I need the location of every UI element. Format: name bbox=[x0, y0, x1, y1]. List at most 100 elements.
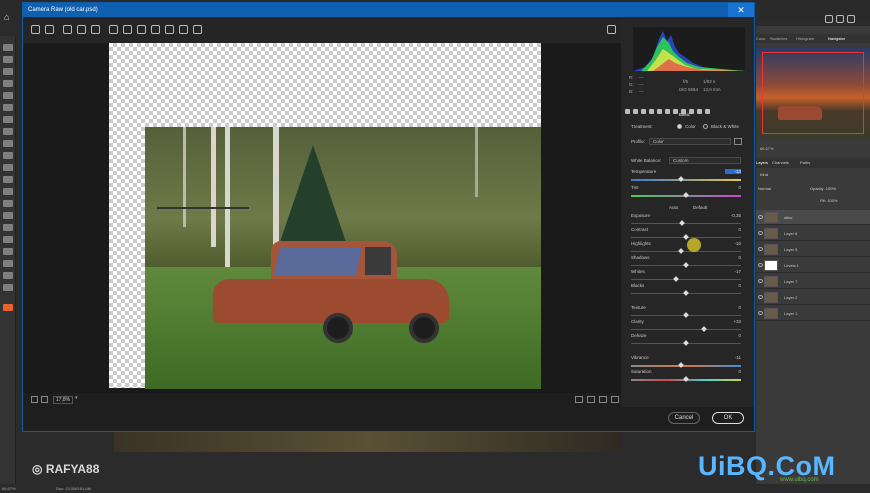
blur-tool-icon[interactable] bbox=[3, 200, 13, 207]
cancel-button[interactable]: Cancel bbox=[668, 412, 700, 424]
hand-tool-icon[interactable] bbox=[3, 272, 13, 279]
highlights-slider[interactable] bbox=[631, 248, 741, 254]
color-sampler-icon[interactable] bbox=[77, 25, 86, 34]
preview-area[interactable] bbox=[23, 43, 621, 393]
layer-row[interactable]: sblur bbox=[756, 210, 870, 225]
vibrance-slider-thumb[interactable] bbox=[677, 362, 684, 368]
straighten-tool-icon[interactable] bbox=[123, 25, 132, 34]
copy-settings-icon[interactable] bbox=[599, 396, 607, 403]
tab-channels[interactable]: Channels bbox=[772, 160, 789, 165]
eyedropper-tool-icon[interactable] bbox=[3, 116, 13, 123]
pen-tool-icon[interactable] bbox=[3, 224, 13, 231]
adjustment-brush-icon[interactable] bbox=[179, 25, 188, 34]
detail-icon[interactable] bbox=[641, 109, 646, 114]
tab-layers[interactable]: Layers bbox=[756, 160, 768, 165]
saturation-value[interactable]: 0 bbox=[725, 369, 741, 374]
before-after-icon[interactable] bbox=[575, 396, 583, 403]
shape-tool-icon[interactable] bbox=[3, 260, 13, 267]
shadows-slider[interactable] bbox=[631, 262, 741, 268]
home-icon[interactable]: ⌂ bbox=[4, 12, 9, 22]
stamp-tool-icon[interactable] bbox=[3, 152, 13, 159]
eye-icon[interactable] bbox=[758, 215, 763, 219]
auto-button[interactable]: Auto bbox=[669, 205, 678, 210]
dehaze-slider[interactable] bbox=[631, 340, 741, 346]
basic-tab-icon[interactable] bbox=[625, 109, 630, 114]
split-toning-icon[interactable] bbox=[657, 109, 662, 114]
eye-icon[interactable] bbox=[758, 311, 763, 315]
contrast-slider[interactable] bbox=[631, 234, 741, 240]
dodge-tool-icon[interactable] bbox=[3, 212, 13, 219]
treatment-color-radio[interactable] bbox=[677, 124, 682, 129]
lasso-tool-icon[interactable] bbox=[3, 68, 13, 75]
eraser-tool-icon[interactable] bbox=[3, 176, 13, 183]
navigator-view-box[interactable] bbox=[762, 52, 864, 134]
effects-icon[interactable] bbox=[673, 109, 678, 114]
exposure-slider-thumb[interactable] bbox=[678, 220, 685, 226]
profile-select[interactable]: Color bbox=[649, 138, 731, 145]
eye-icon[interactable] bbox=[758, 247, 763, 251]
frame-tool-icon[interactable] bbox=[3, 104, 13, 111]
clarity-slider[interactable] bbox=[631, 326, 741, 332]
graduated-filter-icon[interactable] bbox=[193, 25, 202, 34]
temperature-value[interactable]: -13 bbox=[725, 169, 741, 174]
temperature-slider[interactable] bbox=[631, 176, 741, 182]
eye-icon[interactable] bbox=[758, 279, 763, 283]
blacks-slider-thumb[interactable] bbox=[683, 290, 689, 296]
type-tool-icon[interactable] bbox=[3, 236, 13, 243]
navigator-zoom[interactable]: 66,67% bbox=[760, 146, 774, 151]
eye-icon[interactable] bbox=[758, 231, 763, 235]
tint-value[interactable]: 0 bbox=[725, 185, 741, 190]
gradient-tool-icon[interactable] bbox=[3, 188, 13, 195]
vibrance-slider[interactable] bbox=[631, 362, 741, 368]
exposure-value[interactable]: -0,35 bbox=[725, 213, 741, 218]
dehaze-slider-thumb[interactable] bbox=[683, 340, 689, 346]
targeted-adjust-icon[interactable] bbox=[91, 25, 100, 34]
blacks-slider[interactable] bbox=[631, 290, 741, 296]
healing-tool-icon[interactable] bbox=[3, 128, 13, 135]
move-tool-icon[interactable] bbox=[3, 44, 13, 51]
tab-navigator[interactable]: Navigator bbox=[828, 36, 845, 41]
zoom-tool-icon[interactable] bbox=[3, 284, 13, 291]
zoom-tool-icon[interactable] bbox=[31, 25, 40, 34]
marquee-tool-icon[interactable] bbox=[3, 56, 13, 63]
status-zoom[interactable]: 66,67% bbox=[2, 486, 16, 491]
texture-value[interactable]: 0 bbox=[725, 305, 741, 310]
eye-icon[interactable] bbox=[758, 295, 763, 299]
layer-row[interactable]: Layer 5 bbox=[756, 242, 870, 257]
layer-row[interactable]: Levels 1 bbox=[756, 258, 870, 273]
eye-icon[interactable] bbox=[758, 263, 763, 267]
whites-value[interactable]: -17 bbox=[725, 269, 741, 274]
tint-slider[interactable] bbox=[631, 192, 741, 198]
lens-icon[interactable] bbox=[665, 109, 670, 114]
treatment-bw-radio[interactable] bbox=[703, 124, 708, 129]
white-balance-tool-icon[interactable] bbox=[63, 25, 72, 34]
menu-icon[interactable] bbox=[705, 109, 710, 114]
layer-row[interactable]: Layer 1 bbox=[756, 306, 870, 321]
hsl-icon[interactable] bbox=[649, 109, 654, 114]
default-button[interactable]: Default bbox=[693, 205, 707, 210]
search-icon[interactable] bbox=[825, 15, 833, 23]
layers-filter[interactable]: Kind bbox=[760, 172, 768, 177]
tab-paths[interactable]: Paths bbox=[800, 160, 810, 165]
history-brush-icon[interactable] bbox=[3, 164, 13, 171]
quick-select-tool-icon[interactable] bbox=[3, 80, 13, 87]
tab-color[interactable]: Color bbox=[756, 36, 766, 41]
white-balance-select[interactable]: Custom bbox=[669, 157, 741, 164]
temperature-slider-thumb[interactable] bbox=[677, 176, 684, 182]
saturation-slider-thumb[interactable] bbox=[683, 376, 689, 382]
whites-slider-thumb[interactable] bbox=[673, 276, 679, 282]
texture-slider-thumb[interactable] bbox=[683, 312, 689, 318]
contrast-value[interactable]: 0 bbox=[725, 227, 741, 232]
opacity-field[interactable]: Opacity: 100% bbox=[810, 186, 836, 191]
layer-row[interactable]: Layer 6 bbox=[756, 226, 870, 241]
layer-row[interactable]: Layer 2 bbox=[756, 290, 870, 305]
ok-button[interactable]: OK bbox=[712, 412, 744, 424]
highlights-value[interactable]: -10 bbox=[725, 241, 741, 246]
path-select-tool-icon[interactable] bbox=[3, 248, 13, 255]
tab-swatches[interactable]: Swatches bbox=[770, 36, 787, 41]
contrast-slider-thumb[interactable] bbox=[683, 234, 689, 240]
swap-icon[interactable] bbox=[587, 396, 595, 403]
clarity-value[interactable]: +33 bbox=[725, 319, 741, 324]
texture-slider[interactable] bbox=[631, 312, 741, 318]
tint-slider-thumb[interactable] bbox=[683, 192, 689, 198]
